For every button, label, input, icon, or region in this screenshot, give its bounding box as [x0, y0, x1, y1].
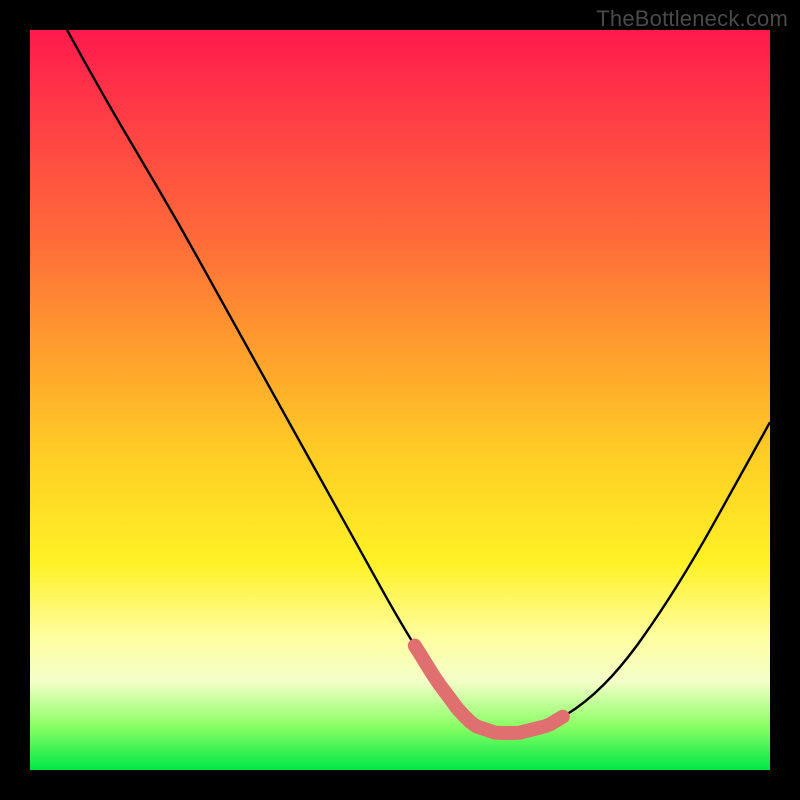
- chart-svg: [30, 30, 770, 770]
- watermark-label: TheBottleneck.com: [596, 6, 788, 32]
- plot-area: [30, 30, 770, 770]
- curve-path: [67, 30, 770, 733]
- chart-frame: TheBottleneck.com: [0, 0, 800, 800]
- highlight-path: [415, 646, 563, 733]
